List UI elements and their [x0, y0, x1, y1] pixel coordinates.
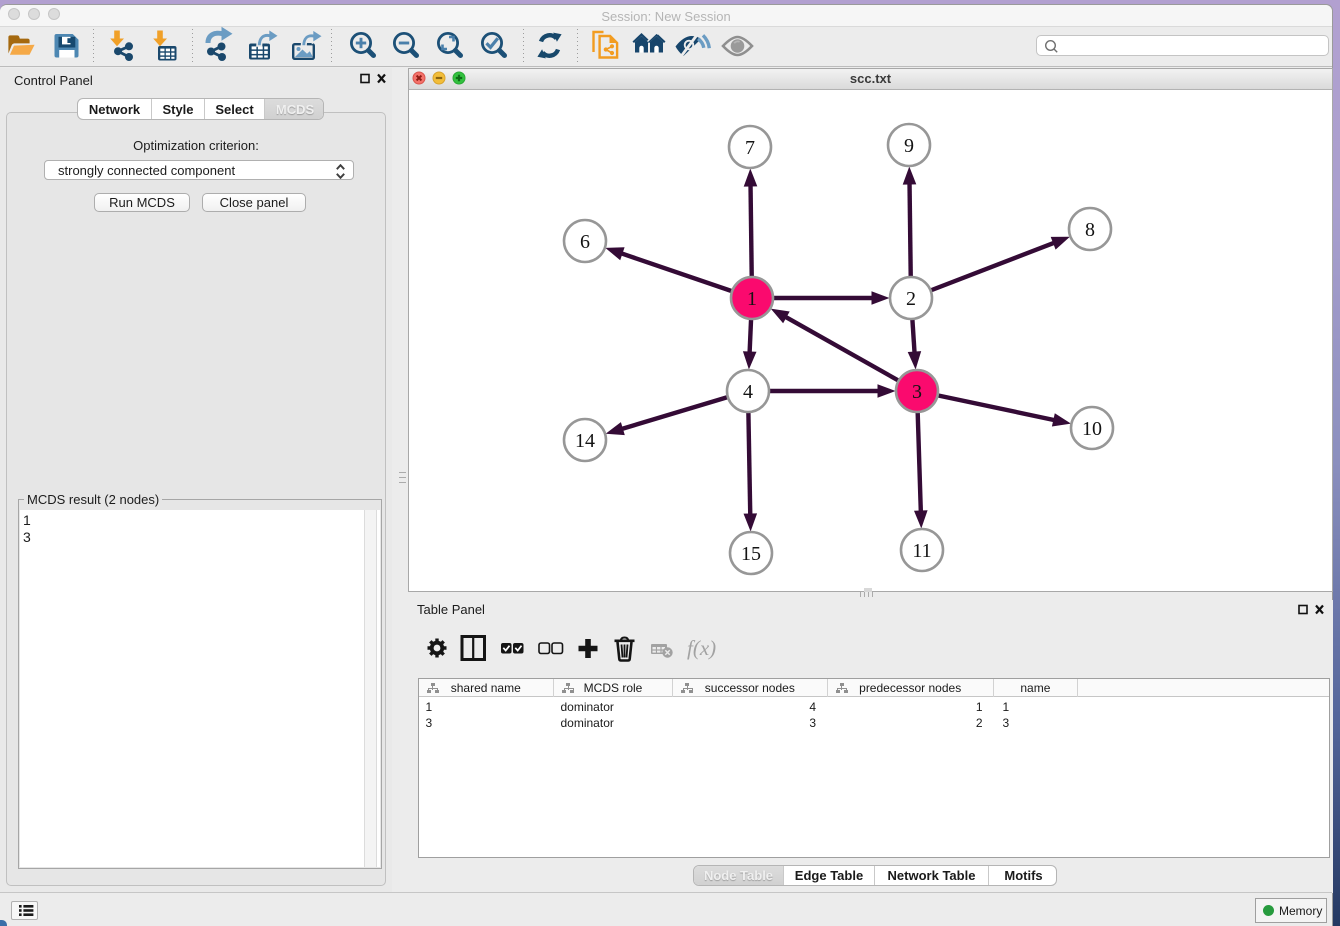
- svg-text:14: 14: [575, 430, 595, 452]
- svg-text:3: 3: [912, 381, 922, 403]
- svg-text:1: 1: [747, 288, 757, 310]
- svg-text:8: 8: [1085, 219, 1095, 241]
- svg-text:10: 10: [1082, 418, 1102, 440]
- svg-text:15: 15: [741, 543, 761, 565]
- svg-text:7: 7: [745, 137, 755, 159]
- svg-text:11: 11: [912, 540, 931, 562]
- svg-text:9: 9: [904, 135, 914, 157]
- svg-text:6: 6: [580, 231, 590, 253]
- svg-text:4: 4: [743, 381, 753, 403]
- svg-text:2: 2: [906, 288, 916, 310]
- svg-text:f(x): f(x): [687, 636, 716, 660]
